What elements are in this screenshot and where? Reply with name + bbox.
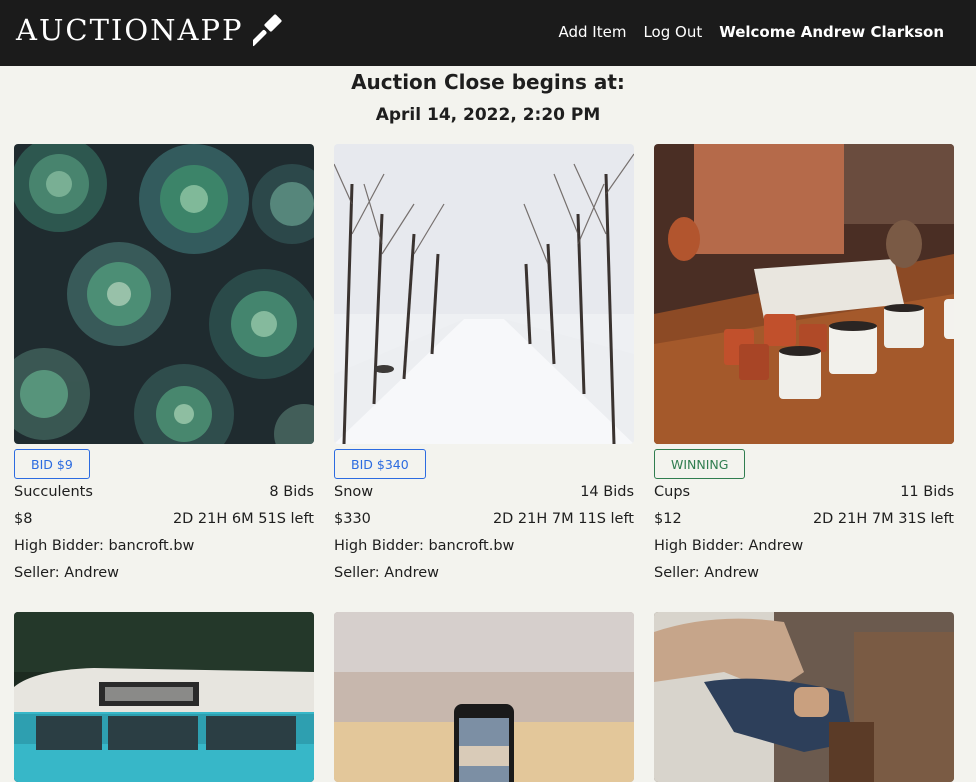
time-left: 2D 21H 7M 11S left (492, 511, 634, 527)
bid-count: 11 Bids (900, 484, 954, 500)
bid-count: 8 Bids (269, 484, 314, 500)
add-item-link[interactable]: Add Item (558, 21, 626, 43)
item-card-snow: BID $340 Snow 14 Bids $330 2D 21H 7M 11S… (334, 144, 634, 587)
time-left: 2D 21H 7M 31S left (812, 511, 954, 527)
nav-links: Add Item Log Out Welcome Andrew Clarkson (558, 21, 944, 43)
bid-button[interactable]: BID $9 (14, 449, 90, 479)
time-left: 2D 21H 6M 51S left (172, 511, 314, 527)
log-out-link[interactable]: Log Out (643, 21, 702, 43)
item-name: Snow (334, 484, 374, 500)
current-price: $330 (334, 511, 371, 527)
item-image-succulents[interactable] (14, 144, 314, 444)
navbar: AUCTIONAPP Add Item Log Out Welcome Andr… (0, 0, 976, 66)
brand-name: AUCTIONAPP (16, 13, 244, 47)
high-bidder: High Bidder: Andrew (654, 538, 804, 554)
seller: Seller: Andrew (654, 565, 760, 581)
bid-count: 14 Bids (580, 484, 634, 500)
item-image-snow[interactable] (334, 144, 634, 444)
high-bidder: High Bidder: bancroft.bw (14, 538, 195, 554)
item-image-cups[interactable] (654, 144, 954, 444)
bid-button[interactable]: BID $340 (334, 449, 426, 479)
welcome-message: Welcome Andrew Clarkson (719, 23, 944, 41)
current-price: $12 (654, 511, 682, 527)
current-price: $8 (14, 511, 33, 527)
brand-logo[interactable]: AUCTIONAPP (16, 12, 287, 48)
item-image-phone[interactable] (334, 612, 634, 782)
winning-button[interactable]: WINNING (654, 449, 746, 479)
auction-close-title: Auction Close begins at: (351, 70, 625, 94)
seller: Seller: Andrew (334, 565, 440, 581)
item-name: Succulents (14, 484, 93, 500)
item-image-van[interactable] (14, 612, 314, 782)
item-card-cups: WINNING Cups 11 Bids $12 2D 21H 7M 31S l… (654, 144, 954, 587)
high-bidder: High Bidder: bancroft.bw (334, 538, 515, 554)
item-image-boots[interactable] (654, 612, 954, 782)
gavel-icon (249, 13, 287, 47)
item-card-succulents: BID $9 Succulents 8 Bids $8 2D 21H 6M 51… (14, 144, 314, 587)
seller: Seller: Andrew (14, 565, 120, 581)
auction-close-date: April 14, 2022, 2:20 PM (375, 105, 601, 125)
item-name: Cups (654, 484, 691, 500)
